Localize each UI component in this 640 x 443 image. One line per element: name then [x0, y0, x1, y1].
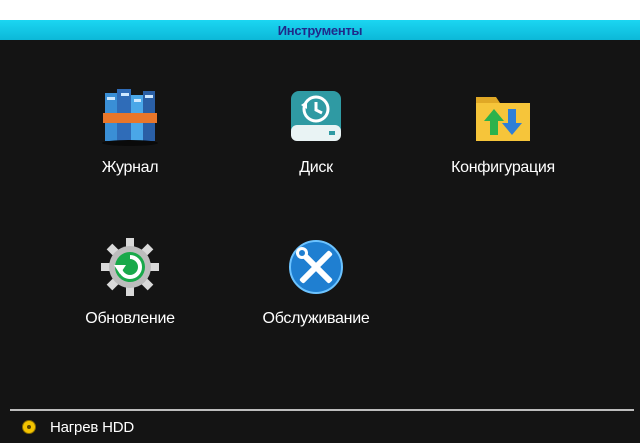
tool-config-label: Конфигурация [451, 159, 555, 176]
tool-journal-label: Журнал [101, 159, 159, 176]
dvr-screen: Инструменты Журнал Диск Конфигурация Обн… [0, 0, 640, 443]
tool-maintenance[interactable]: Обслуживание [231, 236, 401, 371]
config-folder-arrows-icon [476, 97, 530, 141]
tool-maintenance-label: Обслуживание [262, 310, 370, 327]
disk-history-icon [291, 91, 341, 141]
window-title: Инструменты [277, 22, 363, 38]
top-band [0, 0, 640, 20]
title-bar: Инструменты [0, 20, 640, 40]
tool-disk[interactable]: Диск [231, 85, 401, 220]
hdd-heating-option[interactable]: Нагрев HDD [22, 416, 134, 438]
divider [10, 409, 634, 411]
tool-update[interactable]: Обновление [45, 236, 215, 371]
maintenance-tools-icon [289, 240, 343, 294]
update-gear-icon [101, 238, 159, 296]
tool-disk-label: Диск [299, 159, 333, 176]
journal-books-icon [102, 89, 158, 146]
tool-journal[interactable]: Журнал [45, 85, 215, 220]
tools-panel: Журнал Диск Конфигурация Обновление Обсл… [0, 40, 640, 443]
tool-update-label: Обновление [85, 310, 175, 327]
tool-config[interactable]: Конфигурация [418, 85, 588, 220]
hdd-heating-label: Нагрев HDD [50, 418, 134, 436]
hdd-heating-radio[interactable] [22, 420, 36, 434]
